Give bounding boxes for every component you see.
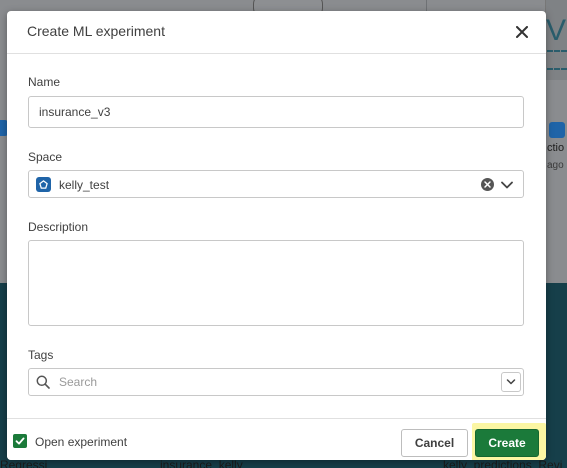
background-card-title: ctio [547,142,565,154]
tags-field [28,368,524,396]
search-icon [36,375,50,389]
chevron-down-icon [506,379,516,385]
space-value: kelly_test [59,178,110,192]
background-dashes [547,50,567,70]
open-experiment-checkbox[interactable] [13,434,27,448]
cancel-button[interactable]: Cancel [401,429,468,457]
description-input[interactable] [28,240,524,326]
dialog-title: Create ML experiment [27,23,165,39]
tags-label: Tags [28,348,54,362]
background-card-time: ago [547,160,564,171]
close-button[interactable] [510,20,534,44]
name-label: Name [28,75,61,89]
description-label: Description [28,220,89,234]
checkmark-icon [15,437,25,445]
tags-search-input[interactable] [59,372,489,392]
clear-icon[interactable] [481,178,494,191]
dialog-footer: Open experiment Cancel Create [7,418,546,460]
name-input[interactable] [28,96,524,128]
close-icon [516,26,528,38]
tags-dropdown-button[interactable] [501,372,521,392]
create-ml-experiment-dialog: Create ML experiment Name Space kelly_te… [7,11,546,460]
dialog-header: Create ML experiment [7,11,546,54]
open-experiment-label[interactable]: Open experiment [35,435,127,449]
space-label: Space [28,150,63,164]
background-app-icon [549,122,565,138]
chevron-down-icon[interactable] [500,178,514,192]
background-letter: V [546,14,567,47]
space-select[interactable]: kelly_test [28,170,524,198]
space-icon [36,177,51,192]
create-button[interactable]: Create [475,429,539,457]
